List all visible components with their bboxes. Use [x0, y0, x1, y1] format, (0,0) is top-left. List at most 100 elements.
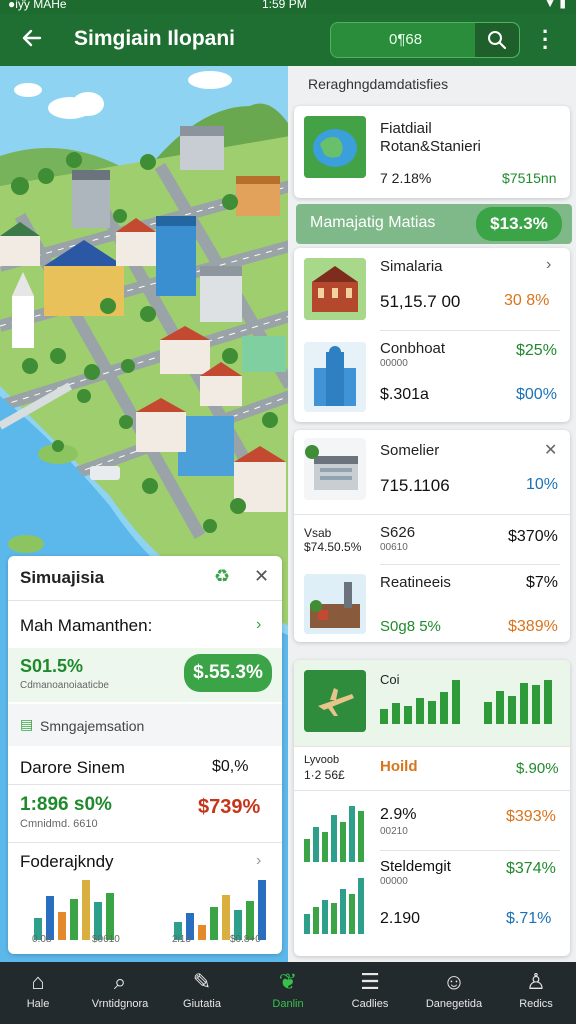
leaf-icon: ❦	[278, 969, 298, 994]
highlight-pill[interactable]: $13.3%	[476, 207, 562, 241]
nav-chat[interactable]: ☺ Danegetida	[418, 966, 490, 1022]
refresh-icon[interactable]: ♻	[214, 566, 230, 587]
listing-sub: 00610	[380, 542, 408, 553]
stat-value: S01.5%	[20, 656, 84, 676]
nav-home[interactable]: ⌂ Hale	[2, 966, 74, 1022]
row-value: 2.190	[380, 910, 421, 927]
chart-bar	[222, 895, 230, 940]
chart-bar	[322, 832, 328, 862]
back-arrow-icon[interactable]	[20, 26, 44, 50]
chart-bar	[82, 880, 90, 940]
listing-title: Reatineeis	[380, 574, 451, 591]
chart-bar	[70, 899, 78, 940]
nav-profile[interactable]: ♙ Redics	[500, 966, 572, 1022]
chart-bar	[532, 685, 540, 724]
listing-sub: 00000	[380, 358, 408, 369]
listing-value: 715.1106	[380, 476, 450, 495]
tower-thumbnail	[304, 342, 366, 412]
mini-bar-chart	[304, 806, 364, 862]
highlight-bar[interactable]: Mamajatig Matias $13.3%	[296, 204, 572, 244]
chart-bar	[358, 811, 364, 862]
row-percentage: $393%	[506, 808, 556, 825]
panel-title: Simuajisia	[20, 568, 105, 587]
row-title: Darore Sinem	[20, 758, 125, 777]
chart-bar	[544, 680, 552, 724]
chart-bar	[358, 878, 364, 934]
chart-bar	[258, 880, 266, 940]
chart-bar	[198, 925, 206, 940]
mini-bar-chart	[34, 880, 266, 940]
nav-label: Giutatia	[183, 998, 221, 1010]
nav-search[interactable]: ⌕ Vrntidgnora	[84, 966, 156, 1022]
chevron-right-icon[interactable]: ›	[256, 852, 261, 870]
nav-list[interactable]: ☰ Cadlies	[334, 966, 406, 1022]
chevron-right-icon[interactable]: ›	[546, 256, 551, 274]
search-input[interactable]: 0¶68	[330, 22, 520, 58]
chart-bar	[452, 680, 460, 724]
status-time: 1:59 PM	[262, 0, 307, 11]
close-icon[interactable]: ✕	[254, 566, 269, 587]
nav-label: Danegetida	[425, 998, 483, 1010]
listing-percentage: 30 8%	[504, 292, 550, 309]
row-title: Hoild	[380, 758, 418, 775]
card-title: Fiatdiail	[380, 120, 432, 137]
factory-thumbnail	[304, 574, 366, 634]
close-icon[interactable]: ✕	[544, 440, 557, 460]
column-heading: Reraghngdamdatisfies	[308, 76, 449, 92]
chart-bar	[322, 900, 328, 934]
list-icon: ☰	[360, 969, 380, 994]
chart-bar	[404, 706, 412, 724]
axis-label: $0.8+0	[230, 934, 261, 945]
row-percentage: $.90%	[516, 760, 559, 777]
chart-bar	[349, 806, 355, 862]
axis-label: $0610	[92, 934, 120, 945]
nav-label: Hale	[26, 998, 50, 1010]
chart-bar	[349, 894, 355, 934]
listing-percentage: $00%	[516, 386, 557, 403]
app-bar: Simgiain Ilopani 0¶68 · · ·	[0, 14, 576, 66]
row-title: Steldemgit	[380, 858, 451, 875]
mini-bar-chart	[304, 878, 364, 934]
analytics-card[interactable]: Coi Lyvoob 1·2 56£ Hoild $.90% 2.9% 0021…	[294, 660, 570, 956]
featured-card[interactable]: Fiatdiail Rotan&Stanieri 7 2.18% $7515nn	[294, 106, 570, 198]
listing-percentage: $370%	[508, 528, 558, 545]
stat-pill[interactable]: $.55.3%	[184, 654, 272, 692]
listing-card[interactable]: Simalaria › 51,15.7 00 30 8% Conbhoat 00…	[294, 248, 570, 422]
chart-bar	[304, 914, 310, 934]
search-icon	[488, 31, 507, 50]
home-icon: ⌂	[31, 969, 45, 994]
search-button[interactable]	[475, 23, 519, 57]
axis-label: 0.08	[32, 934, 52, 945]
listing-value: 51,15.7 00	[380, 292, 461, 311]
card-subtitle: Rotan&Stanieri	[380, 138, 481, 155]
chart-bar	[210, 907, 218, 940]
chevron-right-icon[interactable]: ›	[256, 616, 261, 634]
search-icon: ⌕	[113, 969, 127, 994]
status-icons: ▼ ▮	[544, 0, 566, 10]
nav-label: Cadlies	[351, 998, 389, 1010]
nav-label: Redics	[519, 998, 553, 1010]
right-column: Reraghngdamdatisfies Fiatdiail Rotan&Sta…	[288, 66, 576, 962]
nav-edit[interactable]: ✎ Giutatia	[166, 966, 238, 1022]
chart-bar	[416, 698, 424, 724]
chart-bar	[58, 912, 66, 940]
listing-percentage: $389%	[508, 618, 558, 635]
page-title: Simgiain Ilopani	[74, 27, 236, 50]
listing-title: Simalaria	[380, 258, 443, 275]
row-percentage: $.71%	[506, 910, 552, 927]
chart-bar	[340, 822, 346, 862]
chart-bar	[304, 839, 310, 862]
nav-leaf[interactable]: ❦ Danlin	[252, 966, 324, 1022]
chart-bar	[313, 827, 319, 862]
listing-card[interactable]: Somelier ✕ 715.1106 10% Vsab $74.50.5% S…	[294, 430, 570, 642]
left-info-panel: Simuajisia ♻ ✕ Mah Mamanthen: › S01.5% C…	[8, 556, 282, 954]
search-value: 0¶68	[389, 31, 423, 48]
row-sublabel: 1·2 56£	[304, 768, 345, 782]
more-options-icon[interactable]: · · ·	[542, 21, 549, 59]
chart-bar	[380, 709, 388, 724]
chart-bar	[428, 701, 436, 724]
globe-icon	[304, 116, 366, 178]
chart-bar	[106, 893, 114, 940]
highlight-label: Mamajatig Matias	[310, 214, 436, 231]
building-thumbnail	[304, 258, 366, 320]
